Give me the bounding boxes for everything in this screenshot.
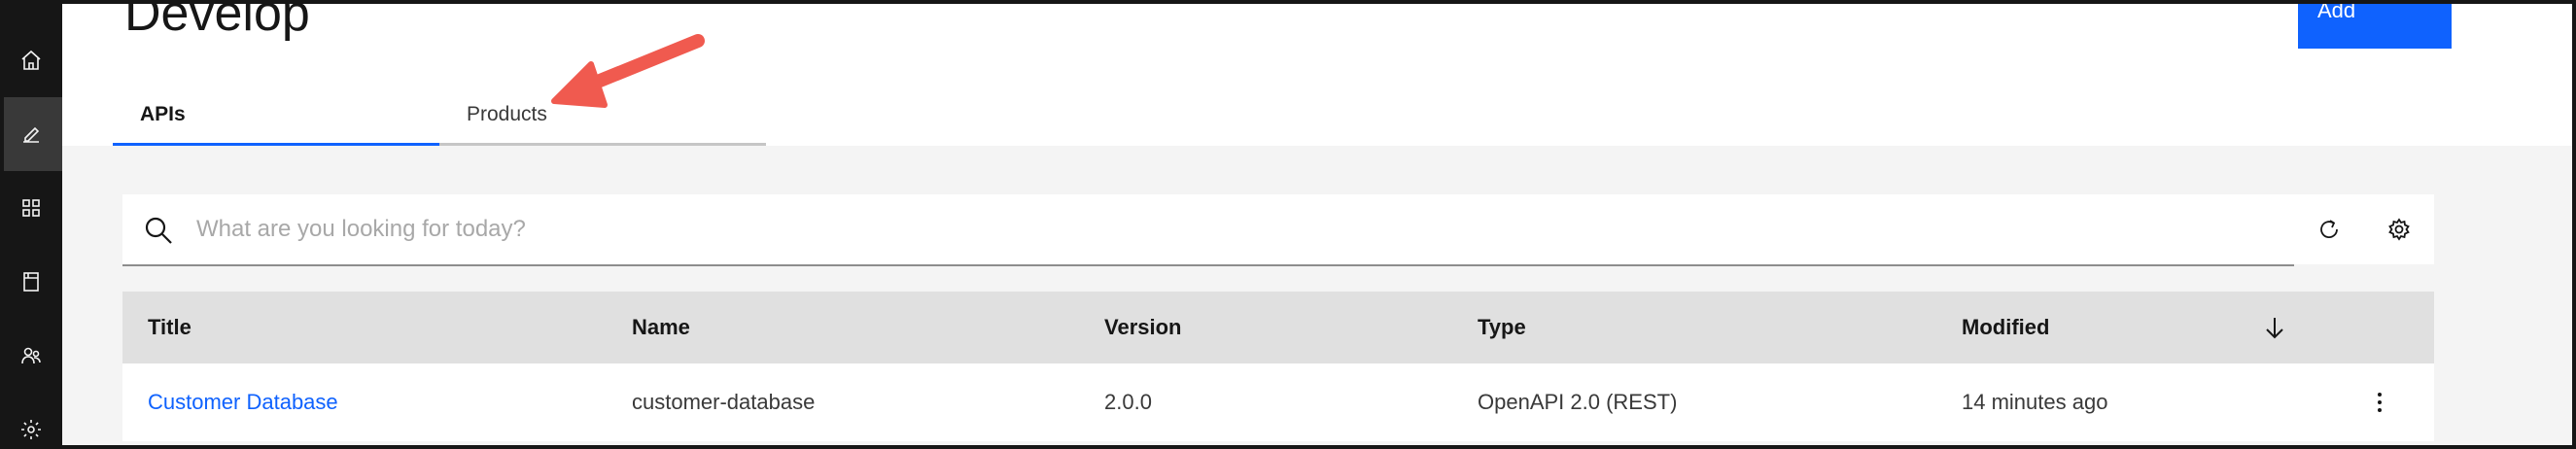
refresh-icon: [2320, 220, 2338, 238]
catalog-icon: [23, 272, 39, 292]
row-modified: 14 minutes ago: [1962, 390, 2108, 414]
search-input[interactable]: [196, 194, 2238, 264]
home-icon: [21, 50, 41, 70]
row-title-link[interactable]: Customer Database: [148, 363, 338, 441]
column-header-title[interactable]: Title: [148, 292, 191, 363]
table-settings-button[interactable]: [2364, 194, 2434, 264]
search-icon: [145, 217, 172, 244]
sidebar-item-home[interactable]: [0, 23, 62, 97]
column-header-name[interactable]: Name: [632, 292, 690, 363]
sidebar-item-members[interactable]: [0, 319, 62, 393]
add-button[interactable]: Add: [2298, 0, 2452, 49]
column-header-version[interactable]: Version: [1104, 292, 1181, 363]
sidebar-item-manage[interactable]: [0, 171, 62, 245]
page-title: Develop: [124, 0, 310, 42]
sort-descending-icon[interactable]: [2261, 314, 2288, 341]
row-name: customer-database: [632, 390, 816, 414]
settings-icon: [21, 420, 41, 439]
table-row: Customer Database customer-database 2.0.…: [122, 363, 2434, 441]
callout-arrow: [551, 34, 705, 108]
table-toolbar: [2294, 194, 2434, 264]
sidebar-item-settings[interactable]: [0, 393, 62, 449]
row-type: OpenAPI 2.0 (REST): [1478, 390, 1678, 414]
sidebar-item-develop[interactable]: [0, 97, 62, 171]
tab-apis[interactable]: APIs: [113, 93, 439, 146]
table-header: Title Name Version Type Modified: [122, 292, 2434, 363]
gear-icon: [2388, 218, 2410, 241]
add-button-label: Add: [2317, 0, 2356, 22]
column-header-modified[interactable]: Modified: [1962, 292, 2049, 363]
grid-icon: [22, 199, 40, 217]
overflow-menu-icon[interactable]: [2376, 391, 2384, 414]
sidebar-item-catalog[interactable]: [0, 245, 62, 319]
row-version: 2.0.0: [1104, 390, 1152, 414]
search-bar: [122, 194, 2294, 266]
edit-icon: [23, 126, 40, 143]
users-icon: [21, 347, 41, 364]
sidebar-nav: [0, 0, 62, 449]
refresh-button[interactable]: [2294, 194, 2364, 264]
api-table: Title Name Version Type Modified Custome…: [122, 292, 2434, 441]
column-header-type[interactable]: Type: [1478, 292, 1526, 363]
